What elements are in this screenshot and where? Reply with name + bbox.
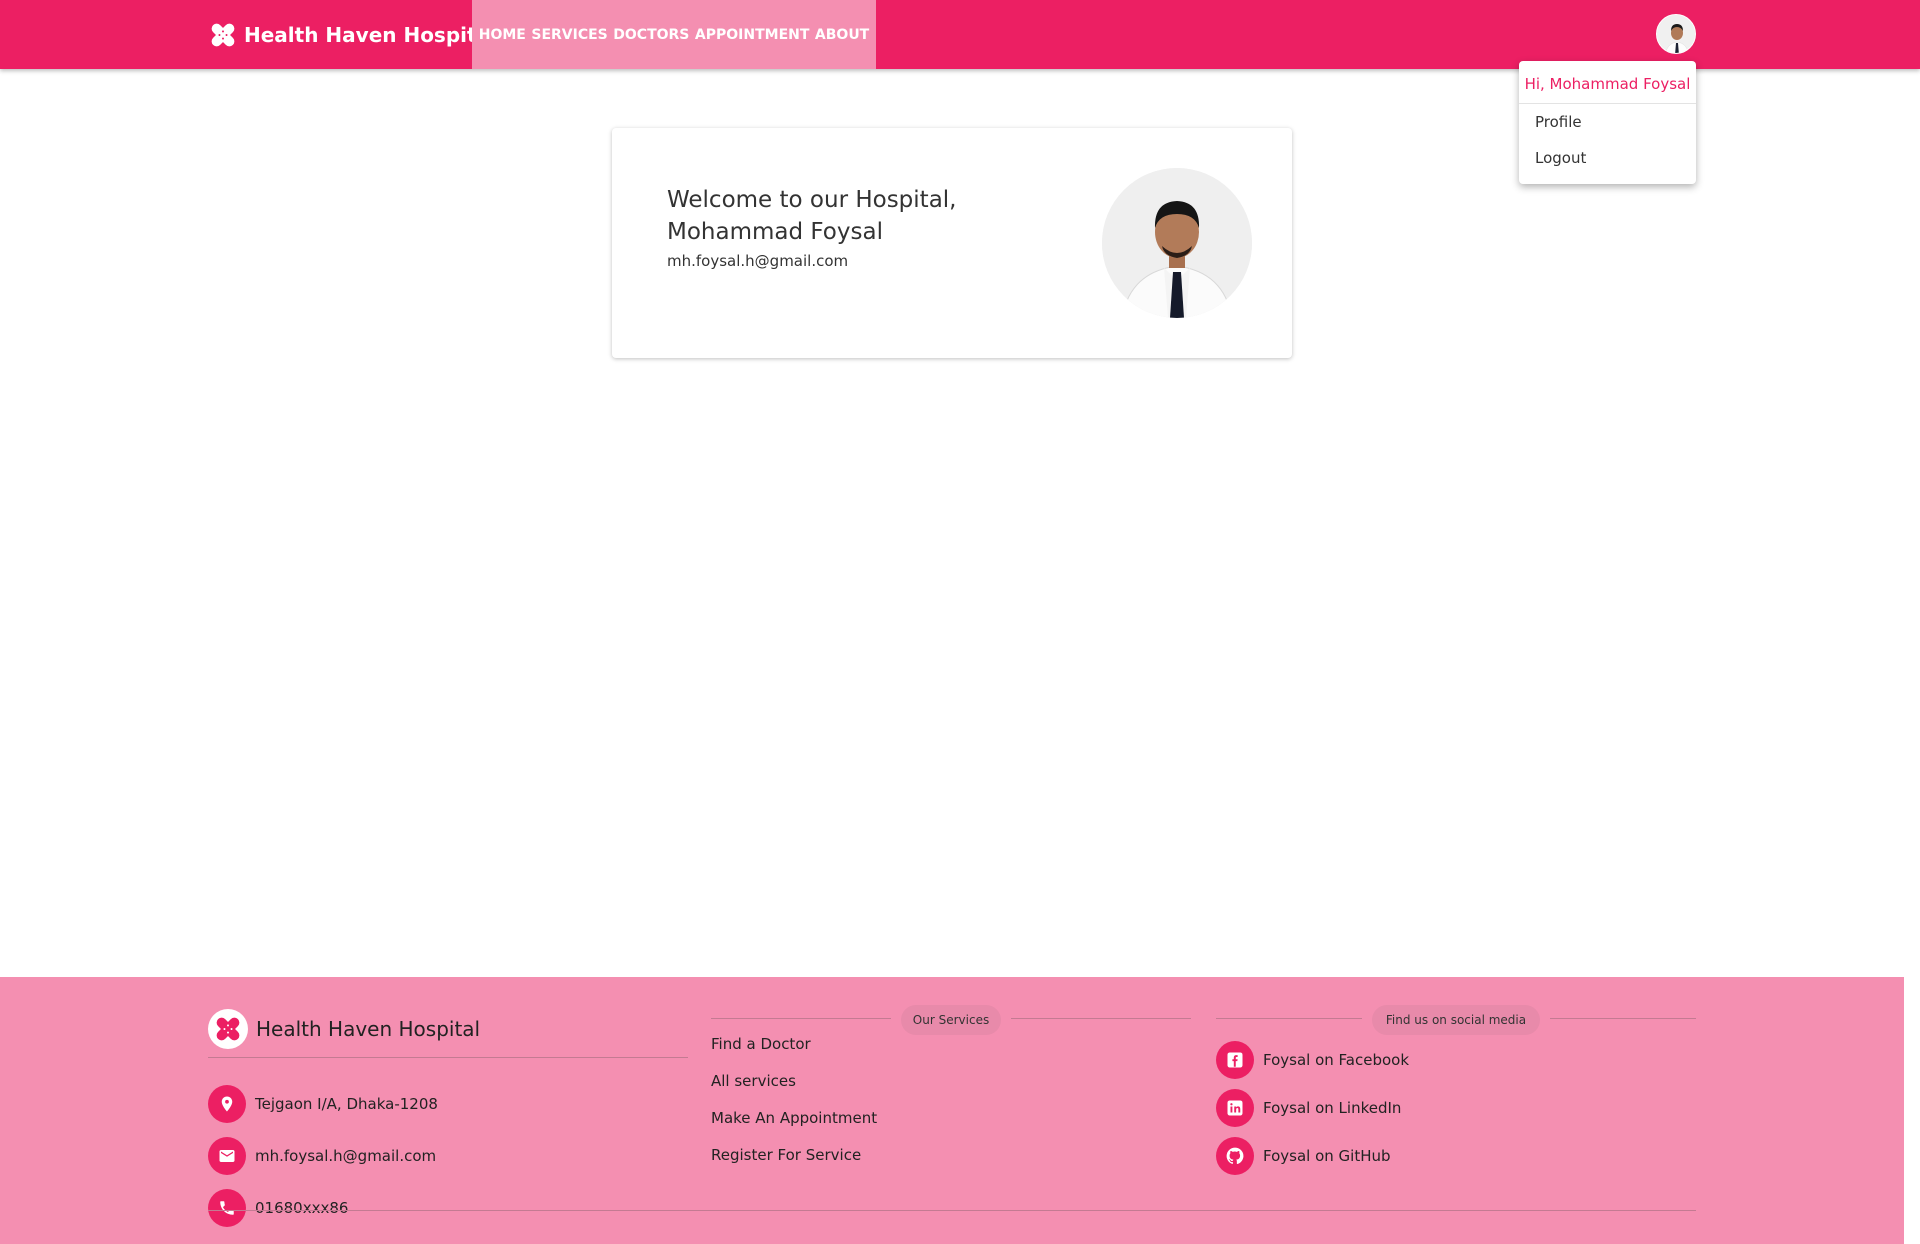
social-link-facebook[interactable]: Foysal on Facebook bbox=[1216, 1041, 1409, 1079]
service-link-appointment[interactable]: Make An Appointment bbox=[711, 1109, 877, 1127]
user-avatar-button[interactable] bbox=[1656, 14, 1696, 54]
location-pin-icon bbox=[208, 1085, 246, 1123]
user-avatar-icon bbox=[1657, 15, 1695, 53]
social-link-github[interactable]: Foysal on GitHub bbox=[1216, 1137, 1391, 1175]
welcome-title: Welcome to our Hospital, Mohammad Foysal bbox=[667, 187, 957, 245]
user-greeting: Hi, Mohammad Foysal bbox=[1519, 61, 1696, 104]
top-navbar: Health Haven Hospital HOME SERVICES DOCT… bbox=[0, 0, 1920, 69]
linkedin-icon bbox=[1216, 1089, 1254, 1127]
contact-phone: 01680xxx86 bbox=[208, 1189, 348, 1227]
facebook-icon bbox=[1216, 1041, 1254, 1079]
footer-brand[interactable]: Health Haven Hospital bbox=[208, 1009, 480, 1049]
footer-bottom-divider bbox=[208, 1210, 1696, 1211]
mail-icon bbox=[208, 1137, 246, 1175]
footer-brand-name: Health Haven Hospital bbox=[256, 1017, 481, 1041]
main-nav: HOME SERVICES DOCTORS APPOINTMENT ABOUT bbox=[472, 0, 876, 69]
address-text: Tejgaon I/A, Dhaka-1208 bbox=[255, 1095, 438, 1113]
email-text[interactable]: mh.foysal.h@gmail.com bbox=[255, 1147, 436, 1165]
service-link-register[interactable]: Register For Service bbox=[711, 1146, 861, 1164]
facebook-link-text: Foysal on Facebook bbox=[1263, 1051, 1410, 1069]
profile-photo-icon bbox=[1102, 168, 1252, 318]
nav-about[interactable]: ABOUT bbox=[815, 27, 869, 43]
brand-link[interactable]: Health Haven Hospital bbox=[208, 0, 497, 69]
brand-name: Health Haven Hospital bbox=[244, 22, 497, 47]
footer-logo-icon bbox=[208, 1009, 248, 1049]
service-link-find-doctor[interactable]: Find a Doctor bbox=[711, 1035, 811, 1053]
social-heading: Find us on social media bbox=[1216, 1002, 1696, 1035]
social-heading-label: Find us on social media bbox=[1372, 1005, 1540, 1035]
services-heading: Our Services bbox=[711, 1002, 1191, 1035]
welcome-card: Welcome to our Hospital, Mohammad Foysal… bbox=[612, 128, 1292, 358]
github-icon bbox=[1216, 1137, 1254, 1175]
phone-icon bbox=[208, 1189, 246, 1227]
nav-doctors[interactable]: DOCTORS bbox=[613, 27, 689, 43]
phone-text[interactable]: 01680xxx86 bbox=[255, 1199, 348, 1217]
menu-item-logout[interactable]: Logout bbox=[1519, 140, 1696, 176]
hospital-logo-icon bbox=[211, 23, 235, 46]
linkedin-link-text: Foysal on LinkedIn bbox=[1263, 1099, 1402, 1117]
user-email: mh.foysal.h@gmail.com bbox=[667, 252, 849, 270]
site-footer: Health Haven Hospital Tejgaon I/A, Dhaka… bbox=[0, 977, 1904, 1244]
github-link-text: Foysal on GitHub bbox=[1263, 1147, 1391, 1165]
menu-item-profile[interactable]: Profile bbox=[1519, 104, 1696, 140]
nav-home[interactable]: HOME bbox=[479, 27, 526, 43]
service-link-all-services[interactable]: All services bbox=[711, 1072, 796, 1090]
services-heading-label: Our Services bbox=[901, 1005, 1001, 1035]
contact-email: mh.foysal.h@gmail.com bbox=[208, 1137, 436, 1175]
user-dropdown-menu: Hi, Mohammad Foysal Profile Logout bbox=[1519, 61, 1696, 184]
nav-services[interactable]: SERVICES bbox=[531, 27, 607, 43]
social-link-linkedin[interactable]: Foysal on LinkedIn bbox=[1216, 1089, 1401, 1127]
contact-address: Tejgaon I/A, Dhaka-1208 bbox=[208, 1085, 438, 1123]
profile-photo bbox=[1102, 168, 1252, 318]
footer-divider bbox=[208, 1057, 688, 1058]
nav-appointment[interactable]: APPOINTMENT bbox=[695, 27, 810, 43]
